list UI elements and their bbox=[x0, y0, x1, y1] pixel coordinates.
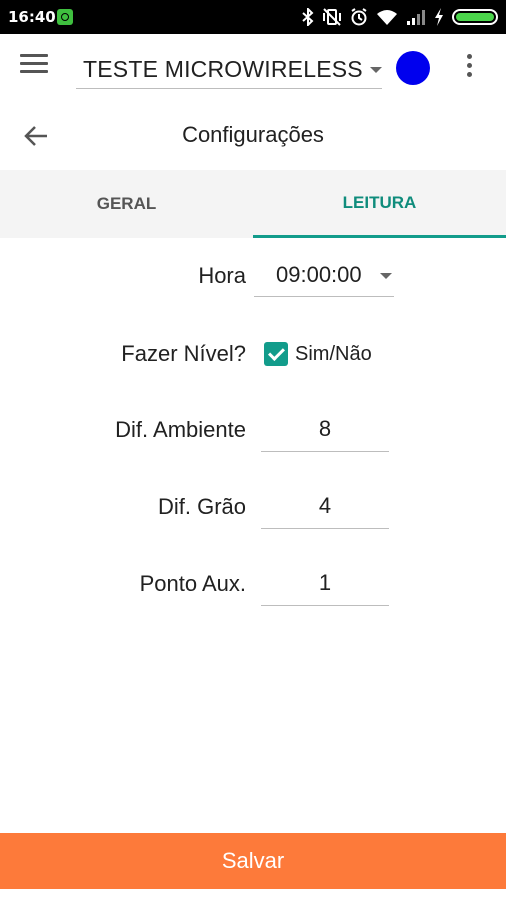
battery-icon bbox=[452, 9, 498, 25]
save-button[interactable]: Salvar bbox=[0, 833, 506, 889]
vibrate-off-icon bbox=[323, 8, 341, 26]
page-title: Configurações bbox=[182, 122, 324, 147]
battery-fill bbox=[456, 13, 494, 21]
app-notification-icon bbox=[57, 9, 73, 25]
status-bar: 16:40 bbox=[0, 0, 506, 34]
fazer-nivel-checkbox[interactable]: Sim/Não bbox=[264, 340, 372, 368]
checkbox-label: Sim/Não bbox=[295, 342, 372, 365]
status-icons bbox=[302, 6, 498, 28]
device-name: TESTE MICROWIRELESS bbox=[83, 56, 363, 82]
dif-ambiente-label: Dif. Ambiente bbox=[115, 417, 246, 442]
checkbox-checked-icon[interactable] bbox=[264, 342, 288, 366]
bluetooth-icon bbox=[302, 8, 314, 26]
tab-bar: GERAL LEITURA bbox=[0, 170, 506, 238]
dif-grao-input[interactable]: 4 bbox=[261, 486, 389, 529]
device-selector[interactable]: TESTE MICROWIRELESS bbox=[76, 48, 382, 89]
wifi-icon bbox=[377, 10, 397, 25]
ponto-aux-input[interactable]: 1 bbox=[261, 563, 389, 606]
tab-geral[interactable]: GERAL bbox=[0, 170, 253, 238]
hora-value: 09:00:00 bbox=[276, 262, 362, 287]
app-bar: TESTE MICROWIRELESS bbox=[0, 34, 506, 102]
hamburger-menu-icon[interactable] bbox=[20, 54, 48, 78]
alarm-icon bbox=[351, 8, 367, 26]
hora-label: Hora bbox=[198, 263, 246, 288]
connection-status-indicator bbox=[396, 51, 430, 85]
hora-select[interactable]: 09:00:00 bbox=[254, 256, 394, 297]
more-vert-icon[interactable] bbox=[462, 54, 476, 82]
dif-ambiente-input[interactable]: 8 bbox=[261, 409, 389, 452]
chevron-down-icon bbox=[380, 273, 392, 279]
title-bar: Configurações bbox=[0, 102, 506, 170]
tab-leitura[interactable]: LEITURA bbox=[253, 170, 506, 238]
dif-grao-label: Dif. Grão bbox=[157, 494, 246, 519]
ponto-aux-label: Ponto Aux. bbox=[139, 571, 246, 596]
status-time: 16:40 bbox=[8, 8, 56, 26]
fazer-nivel-label: Fazer Nível? bbox=[121, 341, 246, 366]
chevron-down-icon bbox=[370, 67, 382, 73]
charging-icon bbox=[435, 8, 443, 26]
signal-icon bbox=[407, 10, 425, 25]
